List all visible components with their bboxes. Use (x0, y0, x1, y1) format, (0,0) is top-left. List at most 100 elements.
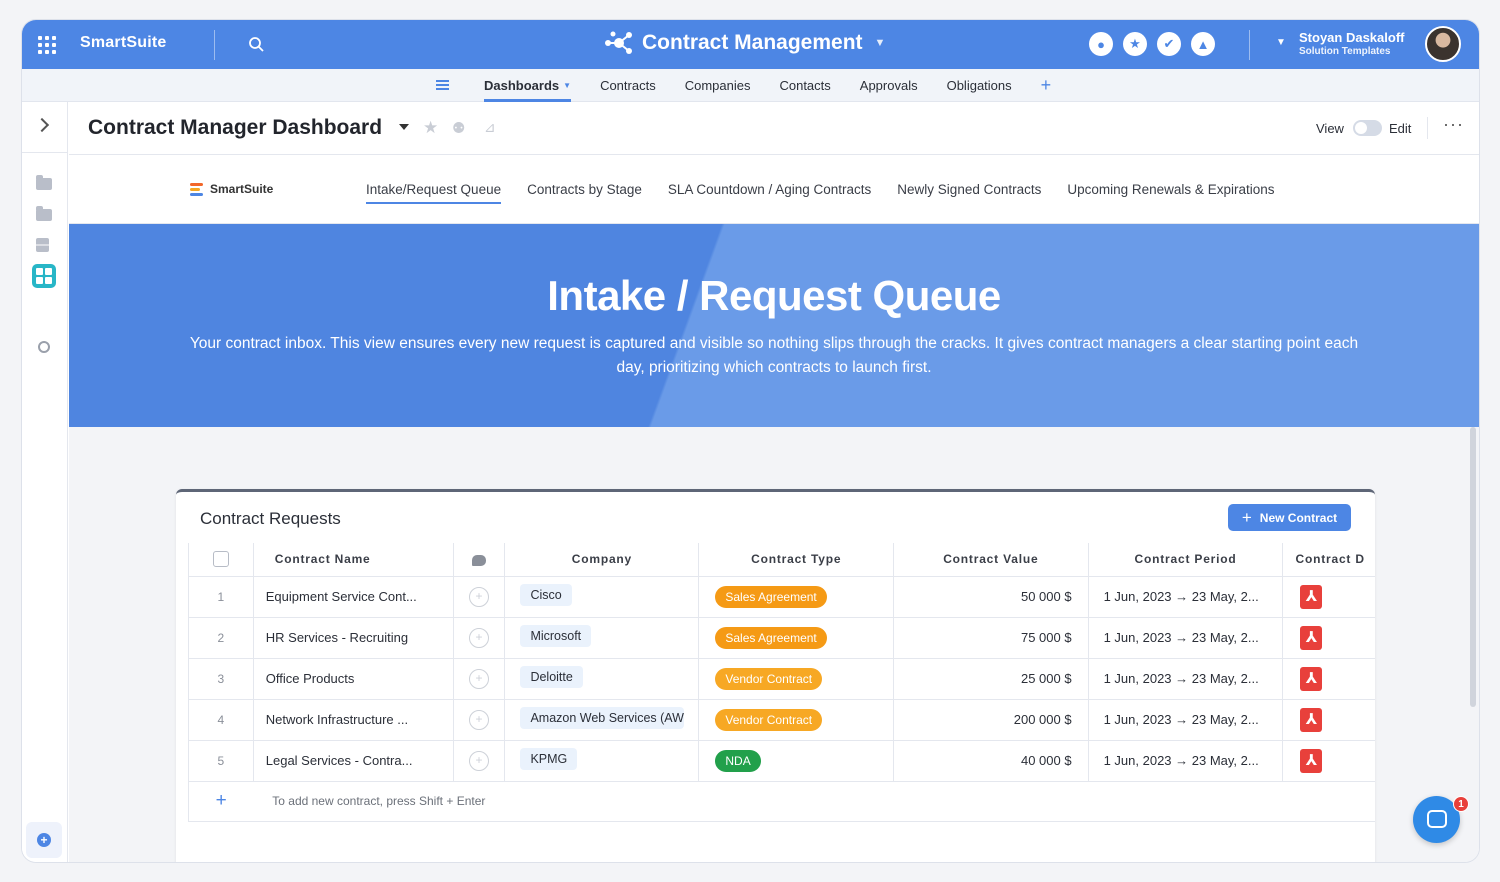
tab-upcoming-renewals[interactable]: Upcoming Renewals & Expirations (1067, 155, 1274, 224)
company-chip[interactable]: Cisco (520, 584, 572, 606)
pdf-file-icon[interactable]: ⅄ (1300, 625, 1323, 650)
contract-name-cell[interactable]: Equipment Service Cont... (253, 576, 454, 618)
pdf-file-icon[interactable]: ⅄ (1300, 748, 1323, 773)
nav-item-approvals[interactable]: Approvals (860, 69, 918, 102)
nav-item-dashboards[interactable]: Dashboards ▼ (484, 69, 572, 102)
contract-period-cell[interactable]: 1 Jun, 2023 → 23 May, 2... (1088, 699, 1284, 741)
company-cell[interactable]: Deloitte (504, 658, 700, 700)
check-icon[interactable]: ✔ (1157, 32, 1181, 56)
contract-period-cell[interactable]: 1 Jun, 2023 → 23 May, 2... (1088, 576, 1284, 618)
comment-cell[interactable]: + (453, 617, 506, 659)
scrollbar[interactable] (1470, 427, 1476, 707)
contract-period-cell[interactable]: 1 Jun, 2023 → 23 May, 2... (1088, 617, 1284, 659)
add-comment-icon[interactable]: + (469, 709, 490, 730)
contract-period-cell[interactable]: 1 Jun, 2023 → 23 May, 2... (1088, 658, 1284, 700)
favorite-star-icon[interactable]: ★ (423, 118, 438, 138)
nav-item-contracts[interactable]: Contracts (600, 69, 656, 102)
comment-cell[interactable]: + (453, 740, 506, 782)
comment-cell[interactable]: + (453, 658, 506, 700)
tab-intake-request-queue[interactable]: Intake/Request Queue (366, 155, 502, 224)
row-number[interactable]: 1 (188, 576, 254, 618)
company-cell[interactable]: Amazon Web Services (AW (504, 699, 700, 741)
contract-value-cell[interactable]: 50 000 $ (893, 576, 1089, 618)
bell-icon[interactable]: ▲ (1191, 32, 1215, 56)
tab-sla-countdown[interactable]: SLA Countdown / Aging Contracts (668, 155, 871, 224)
dashboard-icon[interactable] (32, 264, 56, 288)
contract-document-cell[interactable]: ⅄ (1282, 699, 1375, 741)
add-comment-icon[interactable]: + (469, 750, 490, 771)
add-comment-icon[interactable]: + (469, 586, 490, 607)
table-row[interactable]: 2 HR Services - Recruiting + Microsoft Sales… (188, 617, 1375, 659)
folder-icon[interactable] (36, 206, 52, 221)
column-header-contract-name[interactable]: Contract Name (253, 543, 454, 577)
members-icon[interactable]: ● (1089, 32, 1113, 56)
star-icon[interactable]: ★ (1123, 32, 1147, 56)
company-chip[interactable]: Amazon Web Services (AW (520, 707, 685, 729)
nav-item-obligations[interactable]: Obligations (947, 69, 1012, 102)
tab-newly-signed[interactable]: Newly Signed Contracts (897, 155, 1041, 224)
more-options-icon[interactable]: ··· (1443, 114, 1464, 135)
apps-grid-icon[interactable] (38, 36, 56, 54)
contract-type-cell[interactable]: Sales Agreement (698, 576, 895, 618)
table-row[interactable]: 5 Legal Services - Contra... + KPMG NDA 40 00… (188, 740, 1375, 782)
avatar[interactable] (1425, 26, 1461, 62)
contract-name-cell[interactable]: Office Products (253, 658, 454, 700)
search-icon[interactable] (248, 36, 264, 52)
user-menu[interactable]: Stoyan Daskaloff Solution Templates (1299, 30, 1404, 58)
chevron-down-icon[interactable]: ▼ (1276, 37, 1286, 48)
table-row[interactable]: 1 Equipment Service Cont... + Cisco Sales Ag… (188, 576, 1375, 618)
tab-contracts-by-stage[interactable]: Contracts by Stage (527, 155, 642, 224)
nav-item-contacts[interactable]: Contacts (779, 69, 830, 102)
page-title[interactable]: Contract Manager Dashboard (88, 116, 382, 140)
row-number[interactable]: 3 (188, 658, 254, 700)
column-header-contract-document[interactable]: Contract D (1282, 543, 1375, 577)
pdf-file-icon[interactable]: ⅄ (1300, 707, 1323, 732)
nav-item-companies[interactable]: Companies (685, 69, 751, 102)
table-row[interactable]: 4 Network Infrastructure ... + Amazon Web S… (188, 699, 1375, 741)
row-number[interactable]: 5 (188, 740, 254, 782)
rss-feed-icon[interactable]: ⊿ (484, 119, 496, 136)
pdf-file-icon[interactable]: ⅄ (1300, 584, 1323, 609)
company-chip[interactable]: Microsoft (520, 625, 592, 647)
brand-name[interactable]: SmartSuite (80, 34, 166, 52)
add-record-row[interactable]: + To add new contract, press Shift + Ent… (188, 781, 1375, 822)
add-comment-icon[interactable]: + (469, 627, 490, 648)
contract-name-cell[interactable]: Legal Services - Contra... (253, 740, 454, 782)
table-row[interactable]: 3 Office Products + Deloitte Vendor Contract… (188, 658, 1375, 700)
row-number[interactable]: 4 (188, 699, 254, 741)
chevron-down-icon[interactable] (399, 124, 409, 130)
add-record-icon[interactable]: + (188, 781, 254, 822)
contract-name-cell[interactable]: HR Services - Recruiting (253, 617, 454, 659)
contract-name-cell[interactable]: Network Infrastructure ... (253, 699, 454, 741)
folder-icon[interactable] (36, 175, 52, 190)
company-chip[interactable]: Deloitte (520, 666, 583, 688)
contract-document-cell[interactable]: ⅄ (1282, 658, 1375, 700)
column-header-contract-value[interactable]: Contract Value (893, 543, 1089, 577)
chevron-down-icon[interactable]: ▼ (875, 37, 886, 49)
company-chip[interactable]: KPMG (520, 748, 578, 770)
contract-value-cell[interactable]: 75 000 $ (893, 617, 1089, 659)
chevron-right-icon[interactable] (34, 117, 50, 133)
add-table-button[interactable]: + (1041, 69, 1052, 102)
widgets-icon[interactable] (36, 238, 49, 252)
view-edit-toggle[interactable] (1353, 120, 1382, 136)
column-header-comments[interactable] (453, 543, 506, 577)
column-header-company[interactable]: Company (504, 543, 700, 577)
new-contract-button[interactable]: + New Contract (1228, 504, 1351, 531)
column-header-contract-period[interactable]: Contract Period (1088, 543, 1284, 577)
members-icon[interactable]: ⚉ (452, 119, 465, 137)
row-number[interactable]: 2 (188, 617, 254, 659)
company-cell[interactable]: KPMG (504, 740, 700, 782)
contract-type-cell[interactable]: Vendor Contract (698, 699, 895, 741)
pdf-file-icon[interactable]: ⅄ (1300, 666, 1323, 691)
contract-document-cell[interactable]: ⅄ (1282, 617, 1375, 659)
contract-value-cell[interactable]: 25 000 $ (893, 658, 1089, 700)
contract-type-cell[interactable]: NDA (698, 740, 895, 782)
contract-document-cell[interactable]: ⅄ (1282, 576, 1375, 618)
add-button[interactable]: + (26, 822, 62, 858)
select-all-checkbox[interactable] (212, 551, 229, 568)
contract-type-cell[interactable]: Sales Agreement (698, 617, 895, 659)
help-icon[interactable] (38, 341, 50, 353)
company-cell[interactable]: Cisco (504, 576, 700, 618)
contract-document-cell[interactable]: ⅄ (1282, 740, 1375, 782)
